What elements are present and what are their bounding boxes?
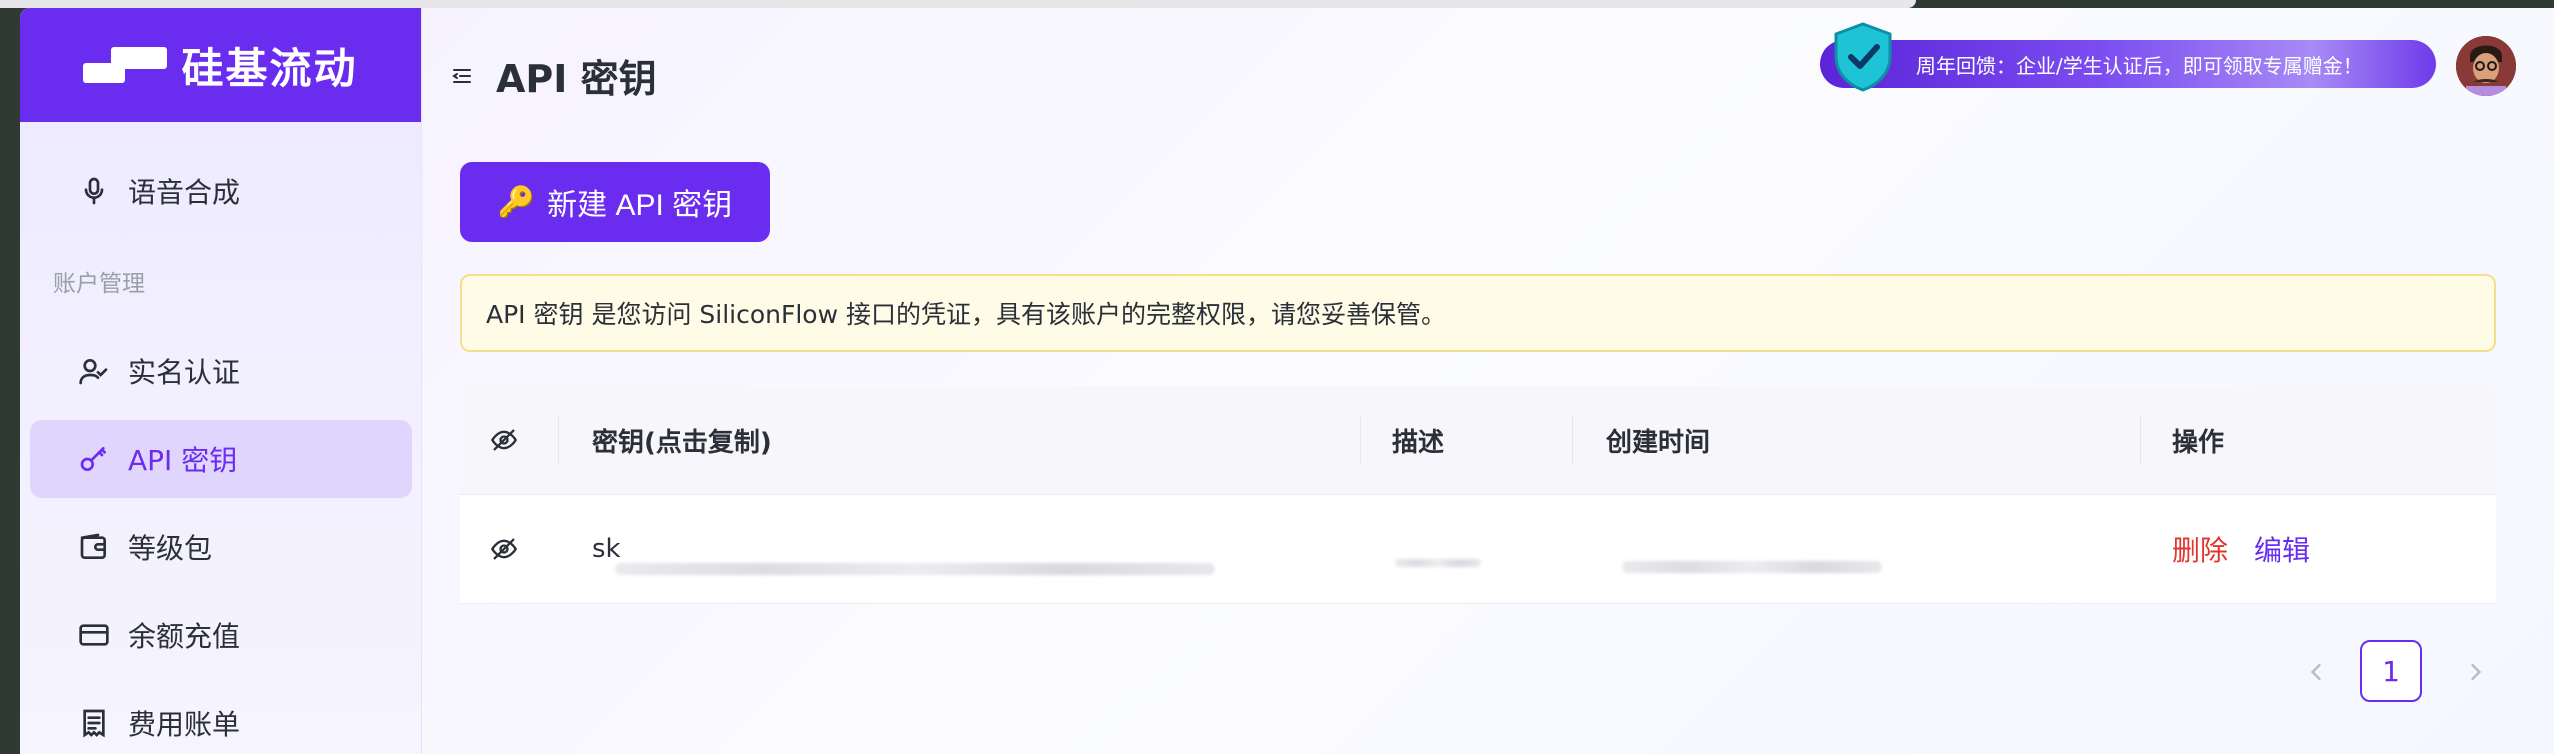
eye-off-icon <box>490 429 518 451</box>
page-title: API 密钥 <box>496 57 657 101</box>
sidebar-item-balance-recharge[interactable]: 余额充值 <box>30 596 412 674</box>
key-emoji-icon: 🔑 <box>497 185 536 219</box>
chevron-right-icon[interactable] <box>2462 658 2490 686</box>
sidebar-item-api-keys[interactable]: API 密钥 <box>30 420 412 498</box>
redacted-description <box>1395 559 1481 567</box>
promo-banner[interactable]: 周年回馈：企业/学生认证后，即可领取专属赠金！ <box>1820 40 2436 88</box>
toggle-visibility-all[interactable] <box>490 386 518 494</box>
shield-check-icon <box>1834 22 1892 92</box>
api-keys-table: 密钥(点击复制) 描述 创建时间 操作 sk 删除 编辑 <box>460 386 2496 604</box>
user-check-icon <box>79 359 108 385</box>
edit-key-link[interactable]: 编辑 <box>2254 529 2310 569</box>
table-row: sk 删除 编辑 <box>460 495 2496 604</box>
column-header-created-time: 创建时间 <box>1606 427 1711 458</box>
receipt-icon <box>83 709 105 738</box>
sidebar-item-label: 实名认证 <box>128 356 241 389</box>
create-api-key-label: 新建 API 密钥 <box>547 189 733 222</box>
create-api-key-button[interactable]: 🔑 新建 API 密钥 <box>460 162 770 242</box>
brand-logo[interactable]: 硅基流动 <box>20 8 421 122</box>
sidebar-item-level-package[interactable]: 等级包 <box>30 508 412 586</box>
redacted-key <box>615 563 1215 575</box>
sidebar-section-account: 账户管理 <box>53 271 145 297</box>
api-key-notice: API 密钥 是您访问 SiliconFlow 接口的凭证，具有该账户的完整权限… <box>460 274 2496 352</box>
pagination: 1 <box>422 640 2554 704</box>
api-key-prefix: sk <box>592 534 621 564</box>
row-actions: 删除 编辑 <box>2172 495 2310 603</box>
eye-off-icon <box>490 538 518 560</box>
api-key-value[interactable]: sk <box>592 495 621 603</box>
avatar-icon <box>2456 36 2516 96</box>
wallet-icon <box>80 533 106 559</box>
sidebar-item-label: 余额充值 <box>128 620 241 653</box>
column-header-key[interactable]: 密钥(点击复制) <box>592 386 772 494</box>
brand-name: 硅基流动 <box>181 43 358 93</box>
table-header: 密钥(点击复制) 描述 创建时间 操作 <box>460 386 2496 495</box>
main-content: API 密钥 周年回馈：企业/学生认证后，即可领取专属赠金！ 🔑 新建 API … <box>422 8 2554 754</box>
page-header: API 密钥 <box>450 48 657 103</box>
top-window-edge <box>0 0 1916 8</box>
chevron-left-icon[interactable] <box>2302 658 2330 686</box>
toggle-key-visibility[interactable] <box>490 495 518 603</box>
microphone-icon <box>84 177 104 205</box>
sidebar-item-billing[interactable]: 费用账单 <box>30 684 412 754</box>
user-avatar[interactable] <box>2456 36 2516 96</box>
promo-text: 周年回馈：企业/学生认证后，即可领取专属赠金！ <box>1916 53 2363 78</box>
sidebar-item-label: 语音合成 <box>128 176 241 209</box>
notice-text: API 密钥 是您访问 SiliconFlow 接口的凭证，具有该账户的完整权限… <box>486 300 1447 329</box>
app-window: 硅基流动 语音合成 账户管理 实名认证 API 密钥 等级包 余额充值 费用账单… <box>20 8 2554 754</box>
sidebar: 硅基流动 语音合成 账户管理 实名认证 API 密钥 等级包 余额充值 费用账单 <box>20 8 422 754</box>
column-header-actions: 操作 <box>2172 427 2225 458</box>
key-icon <box>80 447 106 471</box>
sidebar-item-label: 费用账单 <box>128 708 241 741</box>
redacted-created-time <box>1622 561 1882 573</box>
page-number-current[interactable]: 1 <box>2360 640 2422 702</box>
delete-key-link[interactable]: 删除 <box>2172 529 2228 569</box>
logo-mark-icon <box>83 47 168 83</box>
sidebar-item-label: 等级包 <box>128 532 213 565</box>
credit-card-icon <box>79 624 109 646</box>
sidebar-item-label: API 密钥 <box>128 444 238 477</box>
sidebar-item-speech-synthesis[interactable]: 语音合成 <box>30 152 412 230</box>
menu-collapse-icon[interactable] <box>450 64 474 88</box>
sidebar-item-verification[interactable]: 实名认证 <box>30 332 412 410</box>
column-header-description: 描述 <box>1392 427 1445 458</box>
